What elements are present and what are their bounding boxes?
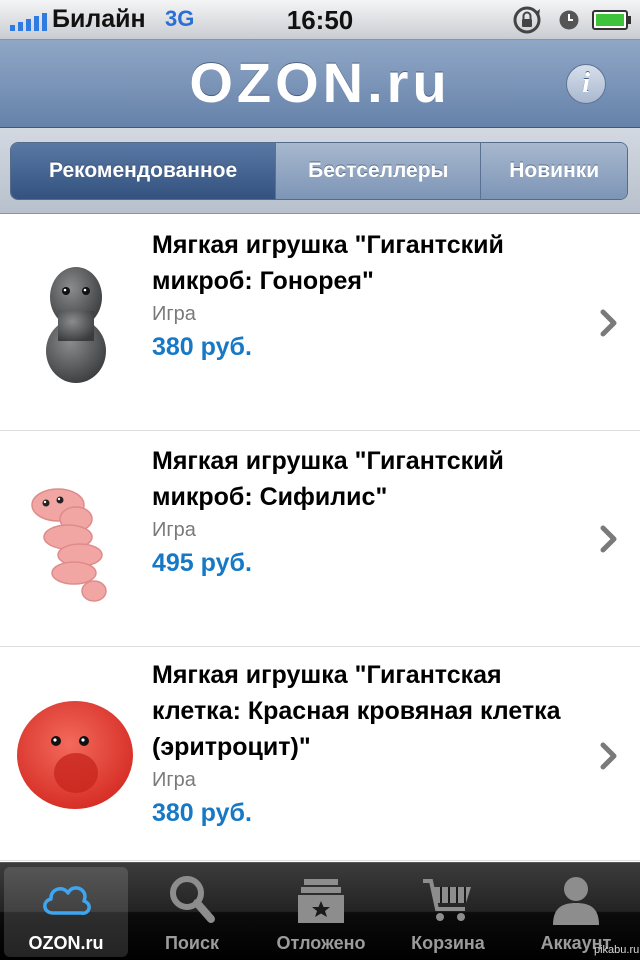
- status-bar: Билайн 3G 16:50: [0, 0, 640, 40]
- alarm-icon: [559, 10, 579, 30]
- segment-bar: Рекомендованное Бестселлеры Новинки: [0, 128, 640, 214]
- tab-ozon[interactable]: OZON.ru: [4, 867, 128, 957]
- segmented-control: Рекомендованное Бестселлеры Новинки: [10, 142, 628, 200]
- product-price: 380 руб.: [152, 333, 252, 361]
- chevron-right-icon: [600, 525, 617, 553]
- app-logo: OZON.ru: [189, 51, 451, 114]
- segment-recommended[interactable]: Рекомендованное: [11, 143, 276, 199]
- tab-saved[interactable]: Отложено: [259, 867, 383, 957]
- product-price: 495 руб.: [152, 549, 252, 577]
- tab-label: Поиск: [164, 933, 220, 953]
- status-time: 16:50: [286, 5, 354, 35]
- pink-spiral-microbe-toy-icon: [31, 488, 107, 602]
- product-category: Игра: [152, 303, 196, 325]
- product-list: Мягкая игрушка "Гигантский микроб: Гонор…: [0, 215, 640, 861]
- product-category: Игра: [152, 519, 196, 541]
- chevron-right-icon: [600, 309, 617, 337]
- tab-bar: OZON.ru Поиск Отложено Корзина Аккаунт: [0, 862, 640, 960]
- product-title: Мягкая игрушка "Гигантский микроб: Гонор…: [152, 231, 504, 295]
- watermark: pikabu.ru: [594, 944, 640, 956]
- tab-label: OZON.ru: [28, 933, 104, 953]
- archive-box-icon: [298, 879, 344, 923]
- red-blood-cell-toy-icon: [17, 701, 133, 809]
- product-row[interactable]: Мягкая игрушка "Гигантский микроб: Гонор…: [0, 215, 640, 431]
- cart-icon: [423, 879, 471, 921]
- product-title: Мягкая игрушка "Гигантский микроб: Сифил…: [152, 447, 504, 511]
- product-row[interactable]: Мягкая игрушка "Гигантский микроб: Сифил…: [0, 431, 640, 647]
- info-button[interactable]: i: [566, 64, 606, 104]
- tab-label: Отложено: [276, 933, 366, 953]
- chevron-right-icon: [600, 742, 617, 770]
- person-icon: [553, 877, 599, 925]
- cloud-icon: [43, 886, 91, 915]
- segment-bestsellers[interactable]: Бестселлеры: [275, 143, 481, 199]
- tab-search[interactable]: Поиск: [130, 867, 254, 957]
- battery-icon: [592, 10, 631, 30]
- product-row[interactable]: Мягкая игрушка "Гигантская клетка: Красн…: [0, 647, 640, 861]
- tab-label: Корзина: [411, 933, 485, 953]
- rotation-lock-icon: [513, 6, 541, 34]
- product-price: 380 руб.: [152, 799, 252, 827]
- product-category: Игра: [152, 769, 196, 791]
- search-icon: [170, 876, 215, 923]
- segment-new[interactable]: Новинки: [480, 143, 627, 199]
- app-header: OZON.ru i: [0, 40, 640, 128]
- tab-cart[interactable]: Корзина: [386, 867, 510, 957]
- product-title: Мягкая игрушка "Гигантская клетка: Красн…: [152, 661, 561, 761]
- gray-microbe-toy-icon: [46, 267, 106, 383]
